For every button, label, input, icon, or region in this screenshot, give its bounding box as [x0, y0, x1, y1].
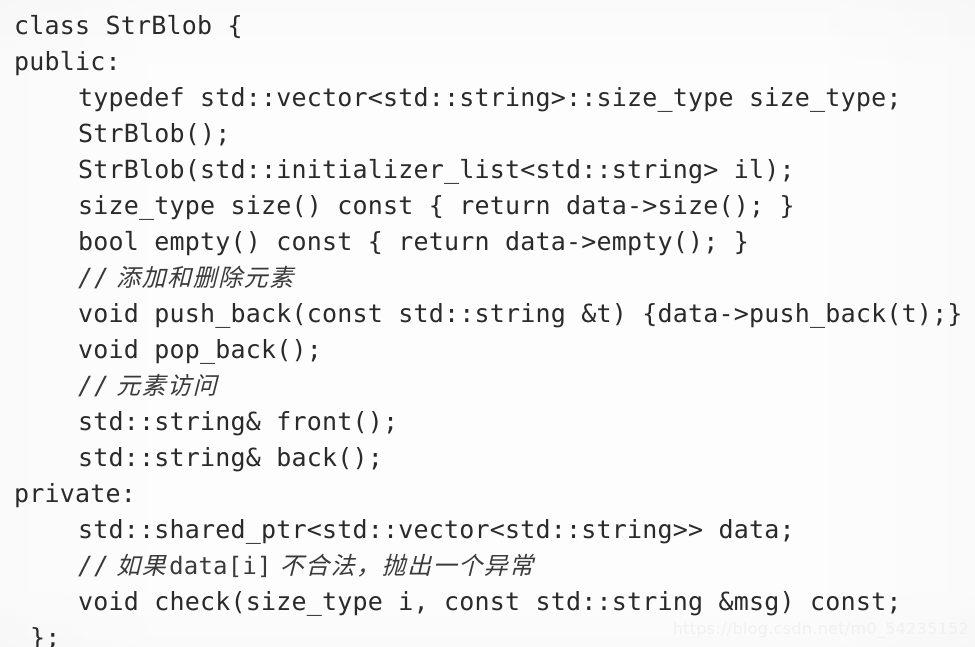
code-listing-page: class StrBlob {public:typedef std::vecto… — [0, 0, 975, 647]
code-line: bool empty() const { return data->empty(… — [78, 227, 750, 256]
comment-marker: // — [78, 551, 111, 580]
code-line: public: — [14, 47, 121, 76]
code-line: void check(size_type i, const std::strin… — [78, 587, 902, 616]
code-line: }; — [30, 623, 61, 647]
comment-text-cjk-tail: 不合法，抛出一个异常 — [279, 552, 535, 580]
code-line: StrBlob(std::initializer_list<std::strin… — [78, 155, 795, 184]
code-line: size_type size() const { return data->si… — [78, 191, 795, 220]
comment-text-cjk: 如果 — [116, 552, 168, 580]
code-line: void pop_back(); — [78, 335, 323, 364]
code-block: class StrBlob {public:typedef std::vecto… — [0, 0, 975, 647]
comment-marker: // — [78, 371, 111, 400]
comment-text-cjk: 元素访问 — [116, 372, 219, 400]
code-comment-line: //元素访问 — [0, 368, 975, 404]
comment-marker: // — [78, 263, 111, 292]
code-line: std::shared_ptr<std::vector<std::string>… — [78, 515, 795, 544]
code-comment-line: //如果data[i] 不合法，抛出一个异常 — [0, 548, 975, 584]
code-line: std::string& back(); — [78, 443, 384, 472]
code-line: typedef std::vector<std::string>::size_t… — [78, 83, 902, 112]
code-line: StrBlob(); — [78, 119, 231, 148]
code-line: class StrBlob { — [14, 11, 243, 40]
code-line: std::string& front(); — [78, 407, 399, 436]
comment-text-cjk: 添加和删除元素 — [116, 264, 295, 292]
code-line: private: — [14, 479, 137, 508]
code-comment-line: //添加和删除元素 — [0, 260, 975, 296]
comment-code-token: data[i] — [169, 552, 272, 580]
code-line: void push_back(const std::string &t) {da… — [78, 299, 963, 328]
